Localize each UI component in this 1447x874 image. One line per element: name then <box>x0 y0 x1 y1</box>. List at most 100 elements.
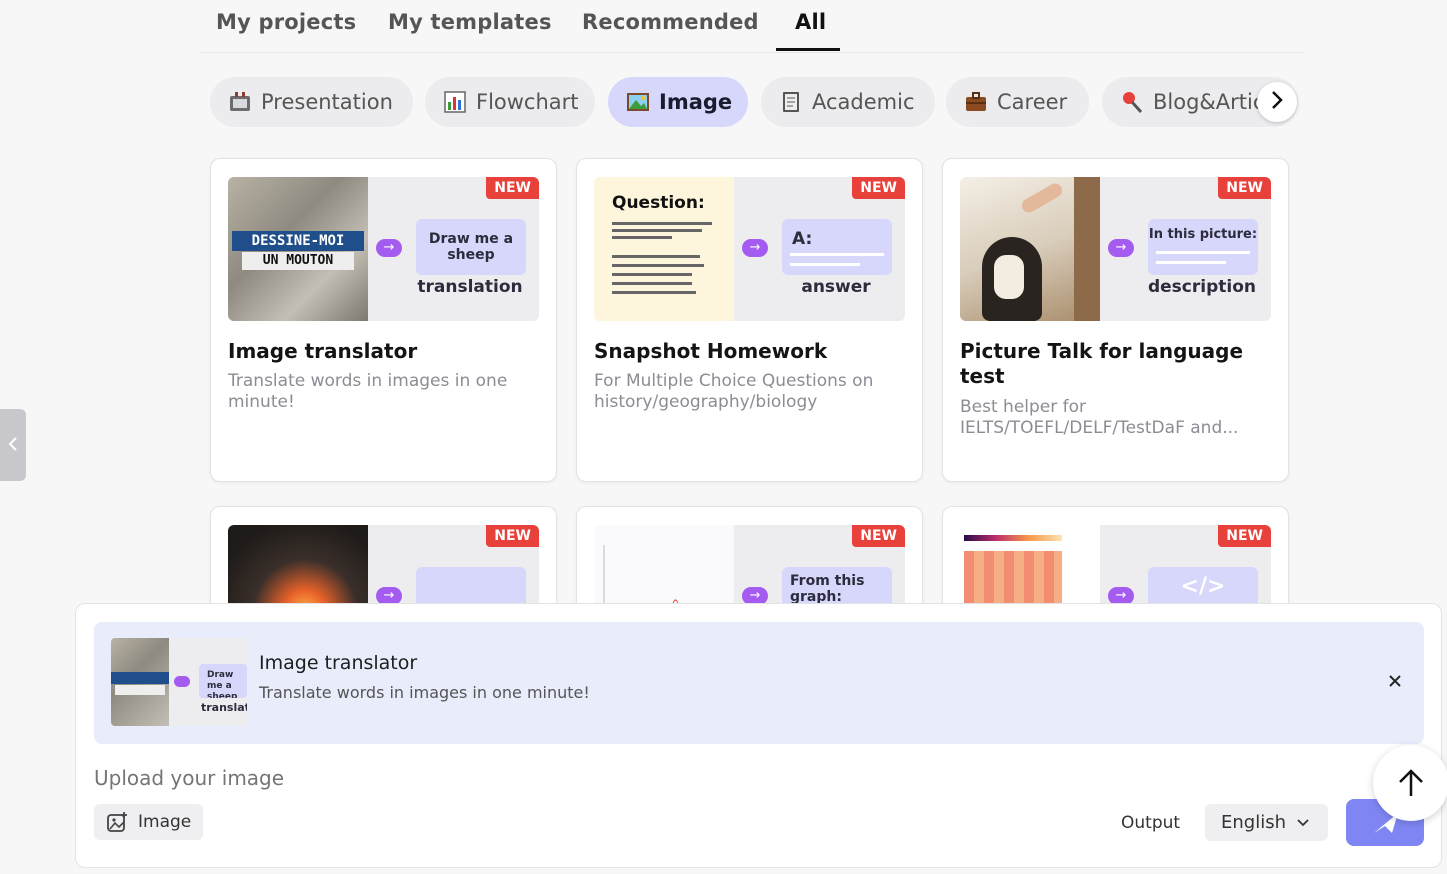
text-line <box>790 253 884 256</box>
chip-flowchart[interactable]: Flowchart <box>425 77 595 127</box>
chip-label: Career <box>997 90 1068 114</box>
text-line <box>612 222 712 225</box>
card-thumbnail: DESSINE-MOI UN MOUTON → Draw me a sheep … <box>228 177 539 321</box>
new-badge: NEW <box>1218 525 1271 547</box>
text-line <box>1156 261 1226 264</box>
sign-photo <box>111 638 169 726</box>
template-card-snapshot-homework[interactable]: Question: → A: answer NEW Snapshot Homew… <box>576 158 923 482</box>
card-title: Snapshot Homework <box>594 339 828 363</box>
chip-scroll-right-button[interactable] <box>1257 82 1297 122</box>
chip-career[interactable]: Career <box>946 77 1089 127</box>
upload-image-button[interactable]: Image <box>94 804 204 840</box>
chevron-left-icon <box>8 433 18 457</box>
tab-my-templates[interactable]: My templates <box>388 10 552 34</box>
selected-template-thumbnail: Draw me a sheep translat <box>111 638 247 726</box>
chip-label: Flowchart <box>476 90 579 114</box>
thumb-bubble: A: <box>782 219 892 275</box>
bubble-text: A: <box>792 229 813 249</box>
scroll-to-top-button[interactable] <box>1373 745 1447 821</box>
tab-my-projects[interactable]: My projects <box>216 10 356 34</box>
selected-template-title: Image translator <box>259 652 418 674</box>
template-card-picture-talk[interactable]: → In this picture: description NEW Pictu… <box>942 158 1289 482</box>
picture-icon <box>626 90 650 114</box>
text-line <box>612 273 692 276</box>
thumb-bubble: Draw me a sheep <box>199 664 247 698</box>
new-badge: NEW <box>1218 177 1271 199</box>
bubble-text: In this picture: <box>1148 227 1258 242</box>
notebook-icon <box>779 90 803 114</box>
bar-chart-icon <box>443 90 467 114</box>
top-tabs: My projects My templates Recommended All <box>200 0 1304 53</box>
sign-strip <box>111 672 169 684</box>
tab-all[interactable]: All <box>795 10 826 34</box>
pen-icon <box>1120 90 1144 114</box>
chevron-down-icon <box>1296 818 1310 828</box>
card-thumbnail: Question: → A: answer NEW <box>594 177 905 321</box>
chip-image[interactable]: Image <box>608 77 748 127</box>
arrow-right-icon: → <box>1108 239 1134 257</box>
upload-image-label: Image <box>138 812 192 832</box>
arrow-right-icon: → <box>376 239 402 257</box>
chip-presentation[interactable]: Presentation <box>210 77 413 127</box>
door-frame <box>1074 177 1100 321</box>
chip-label: Image <box>659 90 733 114</box>
tab-recommended[interactable]: Recommended <box>582 10 759 34</box>
text-line <box>612 229 702 232</box>
prompt-input[interactable] <box>94 766 1294 790</box>
text-line <box>612 291 696 294</box>
new-badge: NEW <box>486 177 539 199</box>
arrow-right-icon <box>174 676 190 687</box>
thumb-caption: translat <box>201 701 247 714</box>
briefcase-icon <box>964 90 988 114</box>
presentation-icon <box>228 90 252 114</box>
close-icon[interactable] <box>1388 669 1402 693</box>
sign-text-line-1: DESSINE-MOI <box>232 231 364 251</box>
question-sheet: Question: <box>594 177 734 321</box>
text-line <box>790 263 860 266</box>
template-card-image-translator[interactable]: DESSINE-MOI UN MOUTON → Draw me a sheep … <box>210 158 557 482</box>
arrow-right-icon: → <box>742 239 768 257</box>
hand <box>1019 180 1065 216</box>
new-badge: NEW <box>852 525 905 547</box>
card-description: For Multiple Choice Questions on history… <box>594 371 874 412</box>
text-line <box>612 264 704 267</box>
thumb-caption: translation <box>417 277 523 297</box>
selected-template-description: Translate words in images in one minute! <box>259 683 590 702</box>
thumb-caption: answer <box>801 277 871 297</box>
new-badge: NEW <box>852 177 905 199</box>
card-description: Best helper for IELTS/TOEFL/DELF/TestDaF… <box>960 397 1239 438</box>
chip-label: Academic <box>812 90 915 114</box>
category-chips: Presentation Flowchart Image Academic Ca… <box>210 77 1300 129</box>
cat-chest <box>994 255 1024 299</box>
new-badge: NEW <box>486 525 539 547</box>
output-language-select[interactable]: English <box>1205 804 1328 841</box>
sign-text-line-2: UN MOUTON <box>242 252 354 270</box>
output-label: Output <box>1121 813 1181 833</box>
sign-photo: DESSINE-MOI UN MOUTON <box>228 177 368 321</box>
selected-template: Draw me a sheep translat Image translato… <box>94 622 1424 744</box>
selected-language: English <box>1221 812 1286 833</box>
chevron-right-icon <box>1269 88 1285 116</box>
prompt-composer: Draw me a sheep translat Image translato… <box>75 603 1442 868</box>
cat-photo <box>960 177 1100 321</box>
chip-label: Presentation <box>261 90 393 114</box>
text-line <box>612 282 692 285</box>
card-description: Translate words in images in one minute! <box>228 371 508 412</box>
chip-academic[interactable]: Academic <box>761 77 935 127</box>
card-title: Image translator <box>228 339 418 363</box>
text-line <box>1156 251 1250 254</box>
thumb-bubble: Draw me a sheep <box>416 219 526 275</box>
sidebar-expand-button[interactable] <box>0 409 26 481</box>
sign-strip <box>115 685 165 695</box>
thumb-bubble: In this picture: <box>1148 219 1258 275</box>
text-line <box>612 255 700 258</box>
card-thumbnail: → In this picture: description NEW <box>960 177 1271 321</box>
active-tab-indicator <box>776 48 840 51</box>
card-title: Picture Talk for language test <box>960 339 1244 388</box>
question-heading: Question: <box>612 193 705 213</box>
arrow-up-icon <box>1397 768 1425 798</box>
heatmap-scale <box>964 535 1062 541</box>
image-upload-icon <box>106 811 128 833</box>
chip-label: Blog&Artic <box>1153 90 1265 114</box>
thumb-caption: description <box>1147 277 1256 297</box>
